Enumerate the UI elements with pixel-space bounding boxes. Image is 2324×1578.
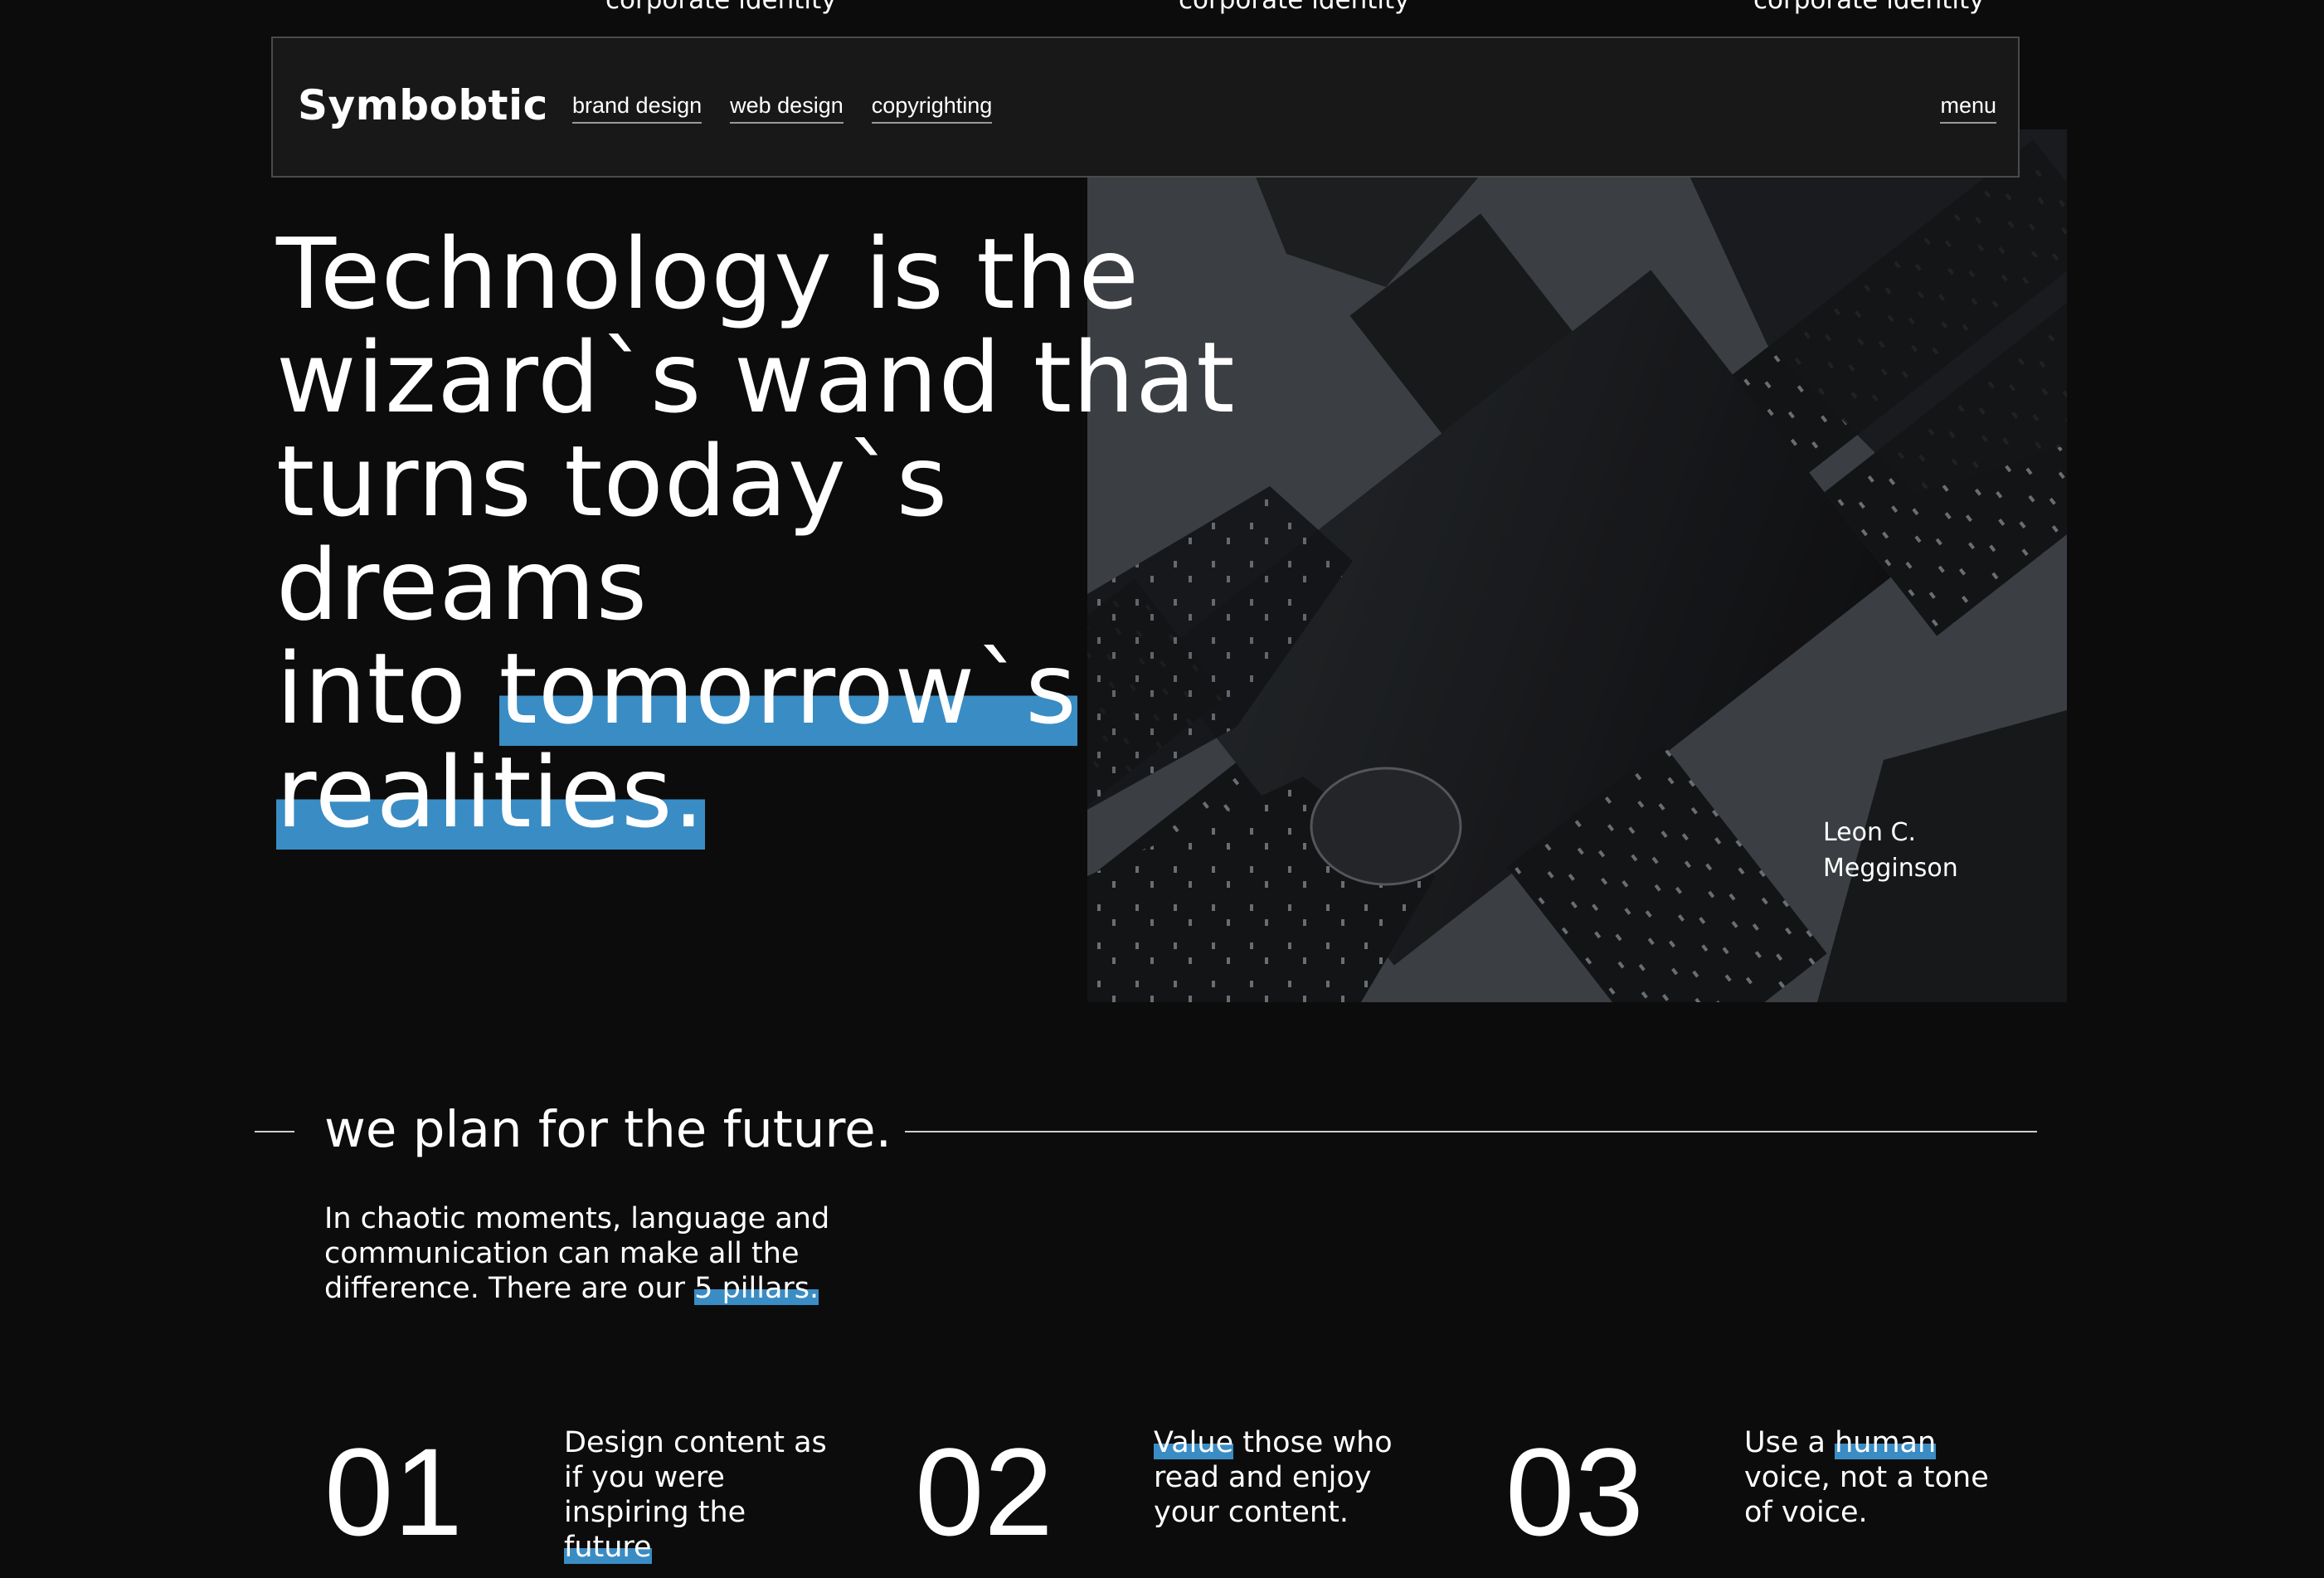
nav-link-web-design[interactable]: web design bbox=[730, 93, 844, 124]
pillar-text-pre: Use a bbox=[1744, 1426, 1835, 1459]
quote-author: Leon C. Megginson bbox=[1823, 815, 1958, 886]
author-last-name: Megginson bbox=[1823, 854, 1958, 883]
pillar-highlight: human bbox=[1835, 1426, 1937, 1459]
pillar-text: Design content as if you were inspiring … bbox=[564, 1425, 829, 1565]
pillar-highlight: Value bbox=[1154, 1426, 1234, 1459]
logo[interactable]: Symbobtic bbox=[298, 81, 548, 129]
quote-line: turns today`s dreams bbox=[276, 424, 949, 642]
marquee-ticker: corporate identity corporate identity co… bbox=[0, 0, 2324, 37]
pillar-text: Value those who read and enjoy your cont… bbox=[1154, 1425, 1419, 1530]
menu-button[interactable]: menu bbox=[1940, 93, 1996, 124]
quote-highlight: realities. bbox=[276, 735, 706, 850]
intro-highlight: 5 pillars. bbox=[694, 1272, 819, 1305]
pillar-number: 02 bbox=[915, 1422, 1053, 1561]
navbar: Symbobtic brand design web design copyri… bbox=[271, 37, 2020, 178]
nav-link-brand-design[interactable]: brand design bbox=[572, 93, 703, 124]
ticker-item: corporate identity bbox=[1753, 0, 1985, 15]
quote-line: into bbox=[276, 631, 499, 746]
nav-link-copyrighting[interactable]: copyrighting bbox=[871, 93, 993, 124]
hero-quote: Technology is the wizard`s wand that tur… bbox=[276, 222, 1313, 850]
pillar-text-pre: Design content as if you were inspiring … bbox=[564, 1426, 827, 1529]
pillar-highlight: future bbox=[564, 1531, 652, 1564]
author-first-line: Leon C. bbox=[1823, 818, 1917, 847]
nav-links: brand design web design copyrighting bbox=[572, 93, 993, 124]
section-divider-right bbox=[905, 1131, 2037, 1132]
quote-highlight: tomorrow`s bbox=[498, 631, 1077, 746]
ticker-item: corporate identity bbox=[1179, 0, 1410, 15]
pillar-number: 03 bbox=[1505, 1422, 1644, 1561]
quote-line: Technology is the bbox=[276, 217, 1140, 331]
section-title: we plan for the future. bbox=[324, 1100, 892, 1159]
pillar-text-post: voice, not a tone of voice. bbox=[1744, 1461, 1989, 1529]
section-intro: In chaotic moments, language and communi… bbox=[324, 1201, 839, 1306]
pillar-text: Use a human voice, not a tone of voice. bbox=[1744, 1425, 2010, 1530]
quote-line: wizard`s wand that bbox=[276, 320, 1236, 435]
ticker-item: corporate identity bbox=[605, 0, 837, 15]
pillar-number: 01 bbox=[324, 1422, 463, 1561]
section-divider-left bbox=[255, 1131, 294, 1132]
